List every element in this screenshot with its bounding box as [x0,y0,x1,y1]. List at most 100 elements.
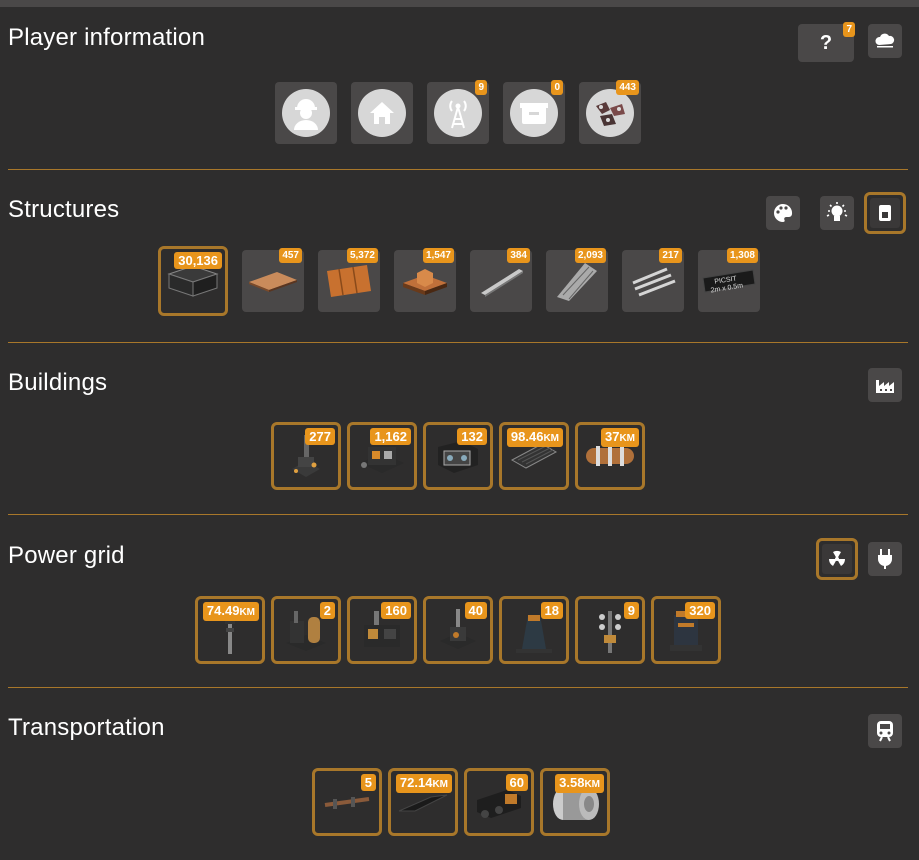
question-icon: ? [819,31,833,54]
tile-badge: 2 [319,602,335,619]
plug-button[interactable] [868,542,902,576]
tile-badge: 37KM [600,428,639,447]
section-title: Player information [8,24,206,51]
lightbulb-icon [826,202,848,221]
tile-badge: 2,093 [574,248,606,263]
tile-badge: 457 [279,248,302,263]
tile-badge: 72.14KM [395,774,452,793]
tile-badge: 40 [464,602,487,619]
structure-tile[interactable]: 1,547 [394,248,456,312]
worker-tile[interactable] [275,82,337,144]
section-divider [8,687,908,688]
section-title: Structures [8,196,120,223]
transport-tile[interactable]: 72.14KM [388,768,458,836]
tile-badge: 277 [305,428,335,445]
power-tile[interactable]: 40 [423,596,493,664]
structure-tile[interactable]: 457 [242,248,304,312]
structure-tile[interactable]: 2,093 [546,248,608,312]
buildings-section: Buildings 277 1,162 132 98.46KM 37KM [8,364,908,494]
drones-tile[interactable]: 443 [579,80,641,144]
power-tile[interactable]: 18 [499,596,569,664]
tile-badge: 443 [616,80,639,95]
paint-button[interactable] [766,196,800,230]
tile-badge: 30,136 [174,252,222,269]
buildings-items: 277 1,162 132 98.46KM 37KM [271,422,645,490]
section-title: Power grid [8,542,125,569]
device-icon [879,205,891,221]
power-items: 74.49KM 2 160 40 18 9 320 [195,596,721,664]
device-button[interactable] [864,192,906,234]
tile-badge: 3.58KM [555,774,604,793]
section-title: Transportation [8,714,165,741]
palette-icon [774,203,793,222]
tile-badge: 1,308 [726,248,758,263]
tile-badge: 18 [540,602,563,619]
transport-section: Transportation 5 72.14KM 60 3.58KM [8,710,908,840]
building-tile[interactable]: 98.46KM [499,422,569,490]
section-divider [8,169,908,170]
ramp-icon [557,263,597,301]
tile-badge: 1,162 [370,428,411,445]
antenna-tile[interactable]: 9 [427,80,489,144]
tile-badge: 5 [360,774,376,791]
structure-tile[interactable]: 5,372 [318,248,380,312]
section-divider [8,514,908,515]
structure-tile[interactable]: 30,136 [158,246,228,316]
train-icon [877,721,893,742]
power-tile[interactable]: 160 [347,596,417,664]
tile-badge: 60 [505,774,528,791]
player-section: Player information ? 7 9 0 443 [8,22,908,152]
building-tile[interactable]: 277 [271,422,341,490]
train-button[interactable] [868,714,902,748]
factory-icon [876,380,894,393]
transport-items: 5 72.14KM 60 3.58KM [312,768,610,836]
factory-button[interactable] [868,368,902,402]
nuclear-button[interactable] [816,538,858,580]
beam-icon [481,269,523,297]
tile-badge: 217 [659,248,682,263]
tile-badge: 384 [507,248,530,263]
tile-badge: 5,372 [346,248,378,263]
tile-badge: 1,547 [422,248,454,263]
power-tile[interactable]: 320 [651,596,721,664]
building-tile[interactable]: 1,162 [347,422,417,490]
help-button[interactable]: ? 7 [798,22,855,62]
structures-section: Structures 30,136 457 5,372 1,547 384 2,… [8,192,908,322]
light-button[interactable] [820,196,854,230]
cloud-icon [875,33,895,48]
transport-tile[interactable]: 60 [464,768,534,836]
tile-badge: 9 [475,80,487,95]
cloud-button[interactable] [868,24,902,58]
tile-badge: 320 [685,602,715,619]
foundation-icon [403,269,447,295]
floor-tile-icon [249,272,297,292]
antenna-icon [449,100,467,129]
plug-icon [878,549,892,569]
structure-tile[interactable]: 384 [470,248,532,312]
tile-badge: 160 [381,602,411,619]
structure-tile[interactable]: 217 [622,248,684,312]
power-tile[interactable]: 2 [271,596,341,664]
drones-icon [596,102,625,126]
storage-tile[interactable]: 0 [503,80,565,144]
home-tile[interactable] [351,82,413,144]
power-section: Power grid 74.49KM 2 160 40 18 9 320 [8,536,908,666]
building-tile[interactable]: 132 [423,422,493,490]
power-tile[interactable]: 9 [575,596,645,664]
rail-icon [324,797,370,809]
structure-tile[interactable]: PICSIT 2m x 0.5m 1,308 [698,248,760,312]
tile-badge: 98.46KM [506,428,563,447]
help-badge: 7 [843,22,855,37]
radiation-icon [828,550,846,566]
pipes-icon [632,267,676,297]
storage-icon [520,103,548,124]
top-bar [0,0,919,7]
transport-tile[interactable]: 3.58KM [540,768,610,836]
transport-tile[interactable]: 5 [312,768,382,836]
tile-badge: 0 [551,80,563,95]
power-tile[interactable]: 74.49KM [195,596,265,664]
structures-items: 30,136 457 5,372 1,547 384 2,093 217 PIC… [158,246,760,316]
section-divider [8,342,908,343]
building-tile[interactable]: 37KM [575,422,645,490]
tile-badge: 9 [623,602,639,619]
